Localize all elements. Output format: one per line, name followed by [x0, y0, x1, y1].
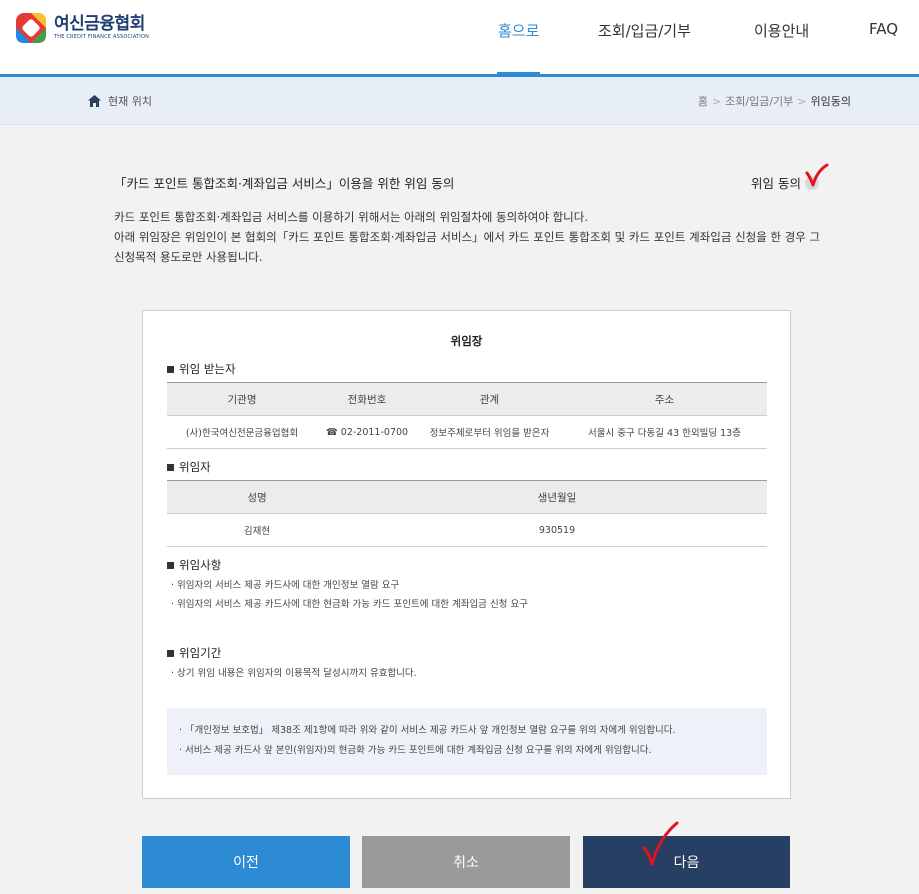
period-list: 상기 위임 내용은 위임자의 이용목적 달성시까지 유효합니다.: [171, 664, 417, 683]
section-grantee: 위임 받는자: [167, 361, 236, 377]
nav-inquiry-deposit-donate[interactable]: 조회/입금/기부: [598, 20, 691, 41]
red-check-mark-icon: [805, 163, 829, 193]
section-title: 위임자: [179, 460, 211, 474]
section-title: 위임사항: [179, 558, 222, 572]
breadcrumb-current: 위임동의: [810, 95, 851, 108]
section-title: 위임 받는자: [179, 362, 236, 376]
site-logo[interactable]: 여신금융협회 THE CREDIT FINANCE ASSOCIATION: [16, 13, 149, 43]
next-button[interactable]: 다음: [583, 836, 790, 888]
matters-list: 위임자의 서비스 제공 카드사에 대한 개인정보 열람 요구 위임자의 서비스 …: [171, 576, 528, 614]
square-bullet-icon: [167, 365, 174, 373]
logo-mark-icon: [16, 13, 46, 43]
breadcrumb-home[interactable]: 홈: [698, 95, 708, 108]
prev-button[interactable]: 이전: [142, 836, 350, 888]
square-bullet-icon: [167, 463, 174, 471]
consent-description: 카드 포인트 통합조회·계좌입금 서비스를 이용하기 위해서는 아래의 위임절차…: [114, 207, 829, 267]
grantee-table: 기관명 전화번호 관계 주소 (사)한국여신전문금융업협회 ☎ 02-2011-…: [167, 382, 767, 449]
grantor-table: 성명 생년월일 김재현 930519: [167, 480, 767, 547]
logo-subtitle: THE CREDIT FINANCE ASSOCIATION: [54, 34, 150, 40]
current-location: 현재 위치: [88, 93, 152, 109]
table-cell: 930519: [347, 513, 767, 547]
document-title: 위임장: [450, 334, 483, 348]
site-header: 여신금융협회 THE CREDIT FINANCE ASSOCIATION 홈으…: [0, 0, 919, 75]
red-check-mark-icon: [641, 820, 681, 870]
table-header: 주소: [562, 382, 767, 416]
breadcrumb: 홈 > 조회/입금/기부 > 위임동의: [698, 93, 851, 109]
table-cell: (사)한국여신전문금융업협회: [167, 415, 317, 449]
breadcrumb-separator-icon: >: [797, 95, 807, 108]
notice-box: 「개인정보 보호법」 제38조 제1항에 따라 위와 같이 서비스 제공 카드사…: [167, 708, 767, 775]
table-header: 기관명: [167, 382, 317, 416]
section-title: 위임기간: [179, 646, 222, 660]
table-cell: 김재현: [167, 513, 347, 547]
section-period: 위임기간: [167, 645, 221, 661]
list-item: 위임자의 서비스 제공 카드사에 대한 현금화 가능 카드 포인트에 대한 계좌…: [171, 595, 528, 614]
logo-name: 여신금융협회: [54, 14, 145, 34]
current-location-label: 현재 위치: [108, 95, 152, 108]
breadcrumb-separator-icon: >: [711, 95, 722, 108]
table-row: 김재현 930519: [167, 513, 767, 547]
table-header: 생년월일: [347, 480, 767, 514]
table-header: 전화번호: [317, 382, 417, 416]
table-cell: 정보주체로부터 위임을 받은자: [417, 415, 562, 449]
consent-title: 「카드 포인트 통합조회·계좌입금 서비스」이용을 위한 위임 동의: [114, 176, 455, 191]
list-item: 위임자의 서비스 제공 카드사에 대한 개인정보 열람 요구: [171, 576, 528, 595]
home-icon: [88, 95, 102, 107]
notice-item: 「개인정보 보호법」 제38조 제1항에 따라 위와 같이 서비스 제공 카드사…: [179, 722, 676, 736]
breadcrumb-inquiry[interactable]: 조회/입금/기부: [725, 95, 793, 108]
power-of-attorney-document: 위임장 위임 받는자 기관명 전화번호 관계 주소 (사)한국여신전문금융업협회…: [142, 310, 791, 799]
nav-guide[interactable]: 이용안내: [754, 20, 809, 41]
table-header: 성명: [167, 480, 347, 514]
section-matters: 위임사항: [167, 557, 221, 573]
section-grantor: 위임자: [167, 459, 211, 475]
cancel-button[interactable]: 취소: [362, 836, 570, 888]
list-item: 상기 위임 내용은 위임자의 이용목적 달성시까지 유효합니다.: [171, 664, 417, 683]
table-header: 관계: [417, 382, 562, 416]
consent-description-line: 아래 위임장은 위임인이 본 협회의「카드 포인트 통합조회·계좌입금 서비스」…: [114, 230, 821, 264]
table-cell: 서울시 중구 다동길 43 한외빌딩 13층: [562, 415, 767, 449]
square-bullet-icon: [167, 649, 174, 657]
nav-home[interactable]: 홈으로: [498, 20, 539, 41]
location-bar: 현재 위치 홈 > 조회/입금/기부 > 위임동의: [0, 77, 919, 125]
nav-faq[interactable]: FAQ: [869, 20, 898, 38]
consent-description-line: 카드 포인트 통합조회·계좌입금 서비스를 이용하기 위해서는 아래의 위임절차…: [114, 210, 588, 224]
square-bullet-icon: [167, 561, 174, 569]
table-row: (사)한국여신전문금융업협회 ☎ 02-2011-0700 정보주체로부터 위임…: [167, 415, 767, 449]
agree-label: 위임 동의: [751, 176, 801, 191]
notice-item: 서비스 제공 카드사 앞 본인(위임자)의 현금화 가능 카드 포인트에 대한 …: [179, 742, 652, 756]
table-cell: ☎ 02-2011-0700: [317, 415, 417, 449]
